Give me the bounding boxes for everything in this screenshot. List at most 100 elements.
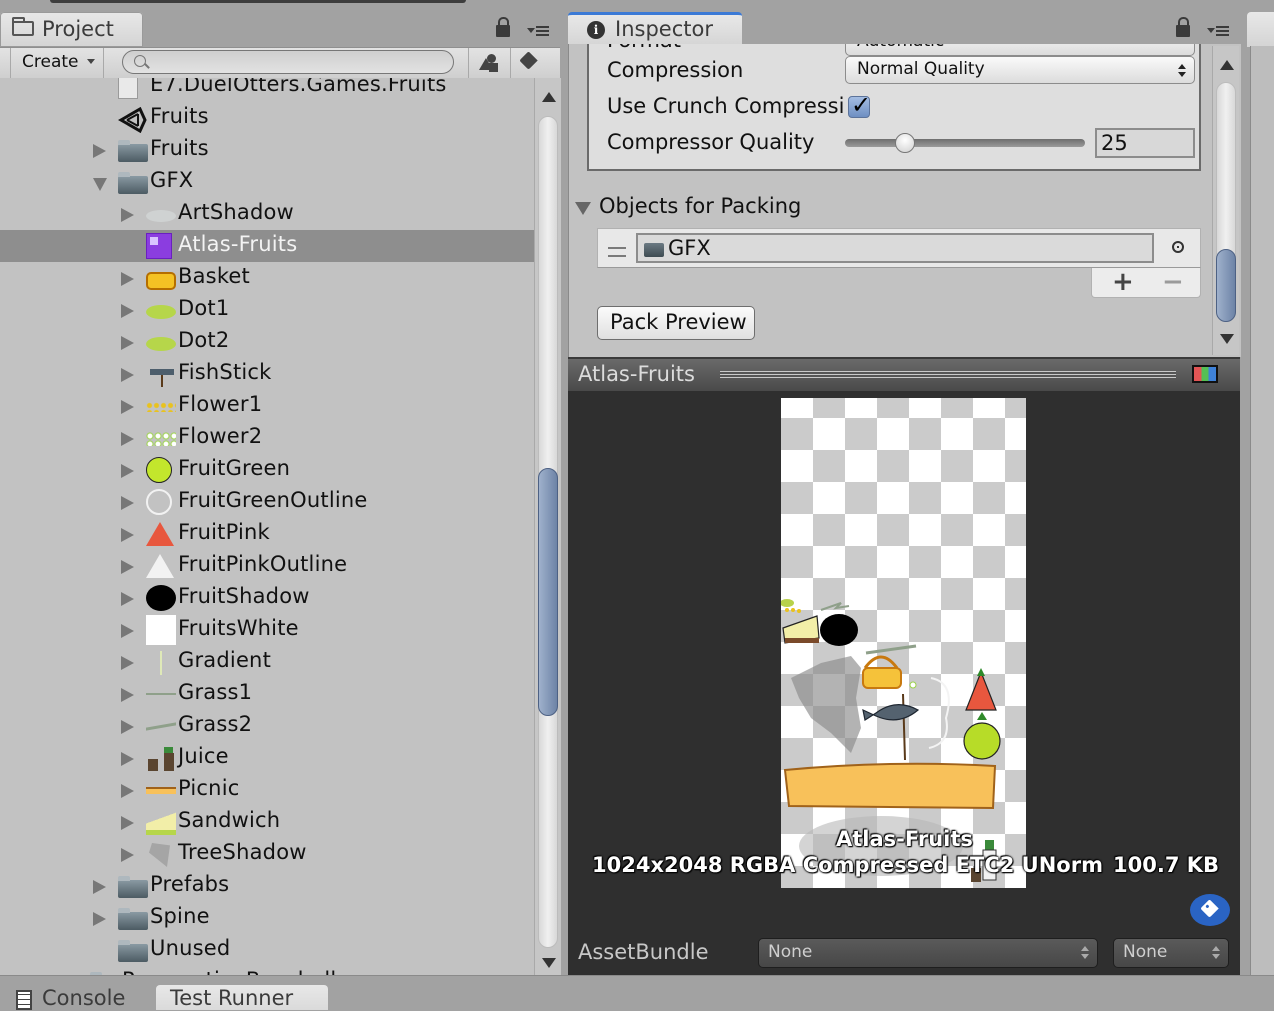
tree-row[interactable]: TreeShadow bbox=[0, 838, 534, 870]
tree-row[interactable]: FishStick bbox=[0, 358, 534, 390]
add-item-button[interactable]: + bbox=[1112, 269, 1134, 295]
panel-menu-icon[interactable] bbox=[1207, 24, 1229, 38]
inspector-scrollbar[interactable] bbox=[1212, 46, 1239, 355]
tree-row[interactable]: Grass1 bbox=[0, 678, 534, 710]
expand-arrow-right-icon[interactable] bbox=[121, 304, 134, 318]
scroll-up-arrow-icon[interactable] bbox=[542, 92, 556, 102]
unity-scene-icon bbox=[118, 106, 148, 134]
tree-row[interactable]: FruitShadow bbox=[0, 582, 534, 614]
assetbundle-variant-dropdown[interactable]: None bbox=[1113, 938, 1229, 968]
expand-arrow-right-icon[interactable] bbox=[121, 560, 134, 574]
format-dropdown[interactable]: Automatic bbox=[845, 44, 1195, 56]
filter-by-type-button[interactable] bbox=[468, 48, 509, 78]
search-input[interactable] bbox=[122, 50, 454, 74]
tree-row[interactable]: Fruits bbox=[0, 134, 534, 166]
sprite-fruitswhite-icon bbox=[146, 615, 176, 645]
expand-arrow-right-icon[interactable] bbox=[121, 208, 134, 222]
tree-row[interactable]: Unused bbox=[0, 934, 534, 966]
tree-row[interactable]: FruitPink bbox=[0, 518, 534, 550]
expand-arrow-right-icon[interactable] bbox=[93, 912, 106, 926]
tree-row[interactable]: FruitGreenOutline bbox=[0, 486, 534, 518]
tree-row[interactable]: Fruits bbox=[0, 102, 534, 134]
preview-header[interactable]: Atlas-Fruits bbox=[568, 357, 1240, 391]
scroll-down-arrow-icon[interactable] bbox=[1220, 334, 1234, 344]
scroll-thumb[interactable] bbox=[538, 468, 558, 716]
expand-arrow-right-icon[interactable] bbox=[121, 272, 134, 286]
tree-row[interactable]: Picnic bbox=[0, 774, 534, 806]
packing-object-field[interactable]: GFX bbox=[636, 233, 1154, 263]
expand-arrow-right-icon[interactable] bbox=[121, 848, 134, 862]
tree-row[interactable]: Atlas-Fruits bbox=[0, 230, 534, 262]
resize-grip[interactable] bbox=[720, 371, 1176, 381]
crunch-checkbox[interactable]: ✓ bbox=[848, 91, 871, 119]
expand-arrow-right-icon[interactable] bbox=[121, 528, 134, 542]
lock-icon[interactable] bbox=[1176, 17, 1190, 37]
scroll-down-arrow-icon[interactable] bbox=[542, 958, 556, 968]
expand-arrow-right-icon[interactable] bbox=[121, 688, 134, 702]
remove-item-button[interactable]: − bbox=[1162, 269, 1184, 295]
tree-row[interactable]: Basket bbox=[0, 262, 534, 294]
tree-row[interactable]: Dot2 bbox=[0, 326, 534, 358]
expand-arrow-right-icon[interactable] bbox=[121, 400, 134, 414]
tree-row[interactable]: FruitsWhite bbox=[0, 614, 534, 646]
tree-row[interactable]: FruitPinkOutline bbox=[0, 550, 534, 582]
compression-dropdown[interactable]: Normal Quality bbox=[845, 56, 1195, 84]
tab-console[interactable]: Console bbox=[0, 985, 150, 1010]
tree-row[interactable]: Spine bbox=[0, 902, 534, 934]
project-scrollbar[interactable] bbox=[534, 78, 561, 975]
tree-row[interactable]: FruitGreen bbox=[0, 454, 534, 486]
asset-labels-button[interactable] bbox=[1190, 894, 1230, 926]
tree-row[interactable]: Sandwich bbox=[0, 806, 534, 838]
tree-row[interactable]: Gradient bbox=[0, 646, 534, 678]
create-button[interactable]: Create bbox=[10, 48, 104, 78]
tree-row[interactable]: Flower2 bbox=[0, 422, 534, 454]
expand-arrow-right-icon[interactable] bbox=[121, 496, 134, 510]
tab-hierarchy[interactable] bbox=[1247, 12, 1274, 47]
tree-row[interactable]: Prefabs bbox=[0, 870, 534, 902]
expand-arrow-right-icon[interactable] bbox=[121, 656, 134, 670]
drag-handle-icon[interactable] bbox=[608, 247, 626, 257]
compressor-quality-field[interactable]: 25 bbox=[1095, 128, 1195, 158]
tree-row-label: TreeShadow bbox=[178, 840, 307, 864]
expand-arrow-right-icon[interactable] bbox=[121, 816, 134, 830]
objects-for-packing-label: Objects for Packing bbox=[599, 194, 802, 218]
rgb-channels-icon[interactable] bbox=[1192, 365, 1218, 383]
tree-row[interactable]: GFX bbox=[0, 166, 534, 198]
expand-arrow-right-icon[interactable] bbox=[121, 752, 134, 766]
panel-menu-icon[interactable] bbox=[527, 24, 549, 38]
tree-row[interactable]: Juice bbox=[0, 742, 534, 774]
pack-preview-button[interactable]: Pack Preview bbox=[597, 306, 755, 340]
tree-row[interactable]: PerspectiveBaseball bbox=[0, 966, 534, 975]
expand-arrow-right-icon[interactable] bbox=[93, 144, 106, 158]
expand-arrow-right-icon[interactable] bbox=[121, 720, 134, 734]
tab-test-runner[interactable]: Test Runner bbox=[156, 985, 328, 1010]
tree-row[interactable]: Grass2 bbox=[0, 710, 534, 742]
tree-row[interactable]: E7.DuelOtters.Games.Fruits bbox=[0, 78, 534, 102]
expand-arrow-right-icon[interactable] bbox=[121, 368, 134, 382]
expand-arrow-right-icon[interactable] bbox=[121, 464, 134, 478]
object-picker-icon[interactable] bbox=[1172, 241, 1184, 253]
expand-arrow-down-icon[interactable] bbox=[93, 178, 107, 191]
tree-row[interactable]: ArtShadow bbox=[0, 198, 534, 230]
compressor-quality-slider[interactable] bbox=[845, 139, 1085, 147]
tab-inspector[interactable]: i Inspector bbox=[568, 12, 742, 47]
tree-row[interactable]: Flower1 bbox=[0, 390, 534, 422]
tree-row[interactable]: Dot1 bbox=[0, 294, 534, 326]
expand-arrow-right-icon[interactable] bbox=[121, 432, 134, 446]
expand-arrow-right-icon[interactable] bbox=[121, 784, 134, 798]
slider-handle[interactable] bbox=[895, 133, 915, 153]
updown-arrows-icon bbox=[1178, 64, 1186, 78]
expand-arrow-right-icon[interactable] bbox=[121, 336, 134, 350]
tab-project[interactable]: Project bbox=[0, 12, 143, 47]
expand-arrow-right-icon[interactable] bbox=[121, 624, 134, 638]
scroll-thumb[interactable] bbox=[1216, 249, 1236, 322]
assetbundle-name-dropdown[interactable]: None bbox=[758, 938, 1098, 968]
expand-arrow-right-icon[interactable] bbox=[121, 592, 134, 606]
folder-icon bbox=[12, 17, 34, 36]
filter-by-label-button[interactable] bbox=[510, 48, 551, 78]
scroll-up-arrow-icon[interactable] bbox=[1220, 60, 1234, 70]
sprite-fruitgreen-icon bbox=[146, 457, 172, 483]
foldout-arrow-icon[interactable] bbox=[575, 202, 591, 215]
expand-arrow-right-icon[interactable] bbox=[93, 880, 106, 894]
lock-icon[interactable] bbox=[496, 17, 510, 37]
